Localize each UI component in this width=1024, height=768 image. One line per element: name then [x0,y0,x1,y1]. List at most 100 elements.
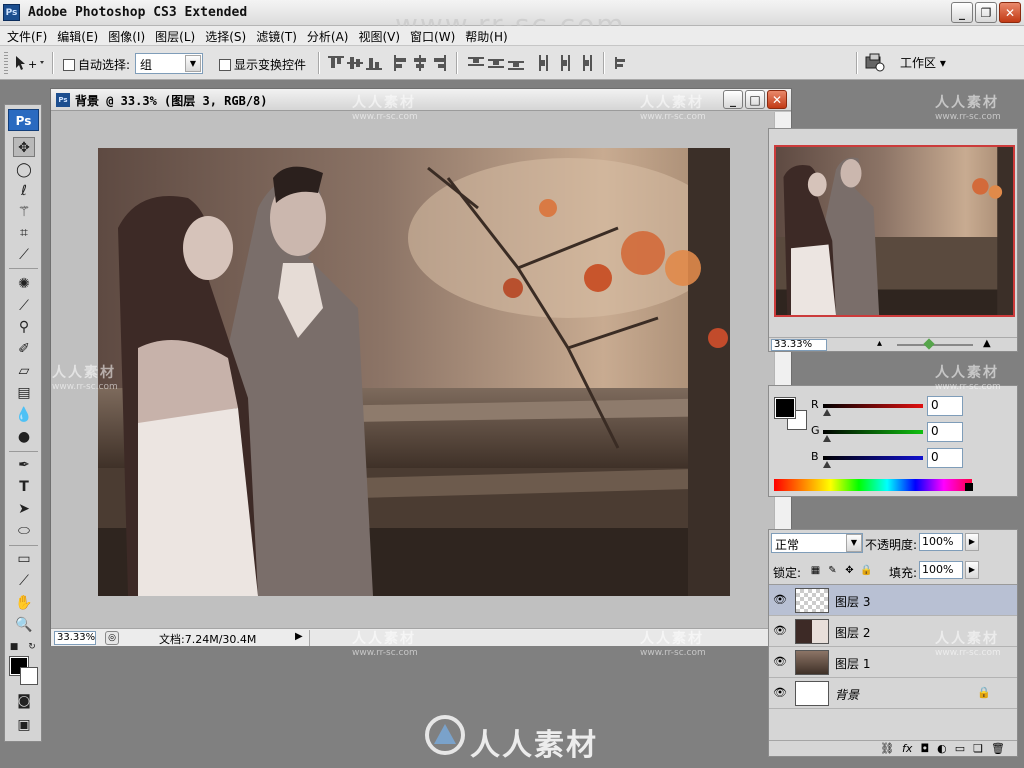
shape-tool-icon[interactable]: ⬭ [13,521,35,541]
panel-foreground-swatch[interactable] [774,397,796,419]
minimize-button[interactable]: _ [951,2,973,23]
clone-stamp-icon[interactable]: ⚲ [13,317,35,337]
menu-window[interactable]: 窗口(W) [405,26,460,45]
default-colors-icon[interactable]: ■ [7,637,21,657]
new-group-icon[interactable]: ▭ [955,742,965,755]
adjustment-layer-icon[interactable]: ◐ [937,742,947,755]
type-tool-icon[interactable]: T [13,477,35,497]
fill-field[interactable]: 100% [919,561,963,579]
layer-mask-icon[interactable]: ◘ [920,742,929,755]
color-spectrum-bar[interactable] [774,479,972,491]
visibility-eye-icon[interactable]: 👁 [773,593,787,607]
menu-select[interactable]: 选择(S) [200,26,251,45]
menu-edit[interactable]: 编辑(E) [52,26,103,45]
blend-mode-dropdown[interactable]: 正常 ▼ [771,533,863,553]
auto-select-dropdown[interactable]: 组 ▼ [135,53,203,74]
status-menu-arrow-icon[interactable]: ▶ [295,631,303,642]
trash-icon[interactable]: 🗑 [991,742,1005,755]
opacity-arrow-icon[interactable]: ▶ [965,533,979,551]
show-transform-checkbox[interactable] [219,58,231,71]
healing-brush-icon[interactable]: ✺ [13,274,35,294]
layer-row[interactable]: 👁 背景 🔒 [769,678,1017,709]
workspace-button[interactable]: 工作区 ▾ [900,54,962,72]
show-transform-option[interactable]: 显示变换控件 [219,56,306,73]
link-layers-icon[interactable]: ⛓ [880,742,894,755]
distribute-top-icon[interactable] [468,55,484,71]
navigator-zoom-field[interactable]: 33.33% [771,339,827,351]
elliptical-marquee-icon[interactable]: ◯ [13,160,35,180]
doc-minimize-button[interactable]: _ [723,90,743,109]
zoom-in-icon[interactable]: ▲ [983,338,991,349]
path-selection-icon[interactable]: ➤ [13,499,35,519]
move-tool-preset-icon[interactable]: + [12,53,48,73]
lock-transparency-icon[interactable]: ▦ [809,564,822,577]
red-slider-handle[interactable] [823,409,831,416]
visibility-eye-icon[interactable]: 👁 [773,624,787,638]
menu-file[interactable]: 文件(F) [2,26,52,45]
align-bottom-icon[interactable] [366,55,382,71]
lock-all-icon[interactable]: 🔒 [860,564,873,577]
layer-row[interactable]: 👁 图层 1 [769,647,1017,678]
lasso-tool-icon[interactable]: ℓ [13,181,35,201]
red-channel-track[interactable] [823,404,923,408]
horizontal-scrollbar[interactable] [309,630,773,646]
distribute-right-icon[interactable] [577,55,593,71]
photo-canvas[interactable] [98,148,730,596]
lock-position-icon[interactable]: ✥ [843,564,856,577]
align-top-icon[interactable] [328,55,344,71]
doc-maximize-button[interactable]: □ [745,90,765,109]
align-hcenter-icon[interactable] [412,55,428,71]
history-brush-icon[interactable]: ✐ [13,339,35,359]
options-bar-grip[interactable] [4,52,8,74]
visibility-eye-icon[interactable]: 👁 [773,655,787,669]
blue-channel-value[interactable]: 0 [927,448,963,468]
photoshop-badge-icon[interactable]: Ps [8,109,39,131]
auto-select-option[interactable]: 自动选择: [63,56,130,73]
document-title-bar[interactable]: Ps 背景 @ 33.3% (图层 3, RGB/8) _ □ ✕ [51,89,791,111]
layer-row[interactable]: 👁 图层 2 [769,616,1017,647]
gradient-tool-icon[interactable]: ▤ [13,383,35,403]
quick-mask-icon[interactable]: ◙ [13,691,35,711]
notes-tool-icon[interactable]: ▭ [13,549,35,569]
slice-tool-icon[interactable]: ⟋ [13,245,35,265]
new-layer-icon[interactable]: ❏ [973,742,983,755]
distribute-bottom-icon[interactable] [508,55,524,71]
doc-close-button[interactable]: ✕ [767,90,787,109]
align-left-icon[interactable] [393,55,409,71]
auto-select-checkbox[interactable] [63,58,75,71]
brush-tool-icon[interactable]: ⟋ [13,296,35,316]
auto-align-layers-icon[interactable] [613,55,629,71]
align-vcenter-icon[interactable] [347,55,363,71]
layer-row[interactable]: 👁 图层 3 [769,585,1017,616]
blue-channel-track[interactable] [823,456,923,460]
zoom-level-field[interactable]: 33.33% [54,631,96,645]
zoom-quick-icon[interactable]: ◎ [105,631,119,645]
zoom-tool-icon[interactable]: 🔍 [13,615,35,635]
crop-tool-icon[interactable]: ⌗ [13,223,35,243]
blue-slider-handle[interactable] [823,461,831,468]
close-button[interactable]: ✕ [999,2,1021,23]
navigator-zoom-slider[interactable] [897,344,973,346]
menu-analysis[interactable]: 分析(A) [302,26,354,45]
blur-tool-icon[interactable]: 💧 [13,405,35,425]
opacity-field[interactable]: 100% [919,533,963,551]
spectrum-black-swatch[interactable] [965,483,973,491]
restore-button[interactable]: ❐ [975,2,997,23]
navigator-thumbnail[interactable] [774,145,1015,317]
layer-name[interactable]: 背景 [835,686,859,703]
hand-tool-icon[interactable]: ✋ [13,593,35,613]
zoom-out-icon[interactable]: ▴ [877,338,882,349]
eraser-tool-icon[interactable]: ▱ [13,361,35,381]
pen-tool-icon[interactable]: ✒ [13,455,35,475]
layer-name[interactable]: 图层 1 [835,655,870,672]
visibility-eye-icon[interactable]: 👁 [773,686,787,700]
distribute-vcenter-icon[interactable] [488,55,504,71]
move-tool-icon[interactable]: ✥ [13,137,35,157]
fill-arrow-icon[interactable]: ▶ [965,561,979,579]
navigator-zoom-knob[interactable] [923,338,935,350]
layer-name[interactable]: 图层 2 [835,624,870,641]
eyedropper-tool-icon[interactable]: ⟋ [13,571,35,591]
green-channel-value[interactable]: 0 [927,422,963,442]
green-slider-handle[interactable] [823,435,831,442]
distribute-hcenter-icon[interactable] [557,55,573,71]
